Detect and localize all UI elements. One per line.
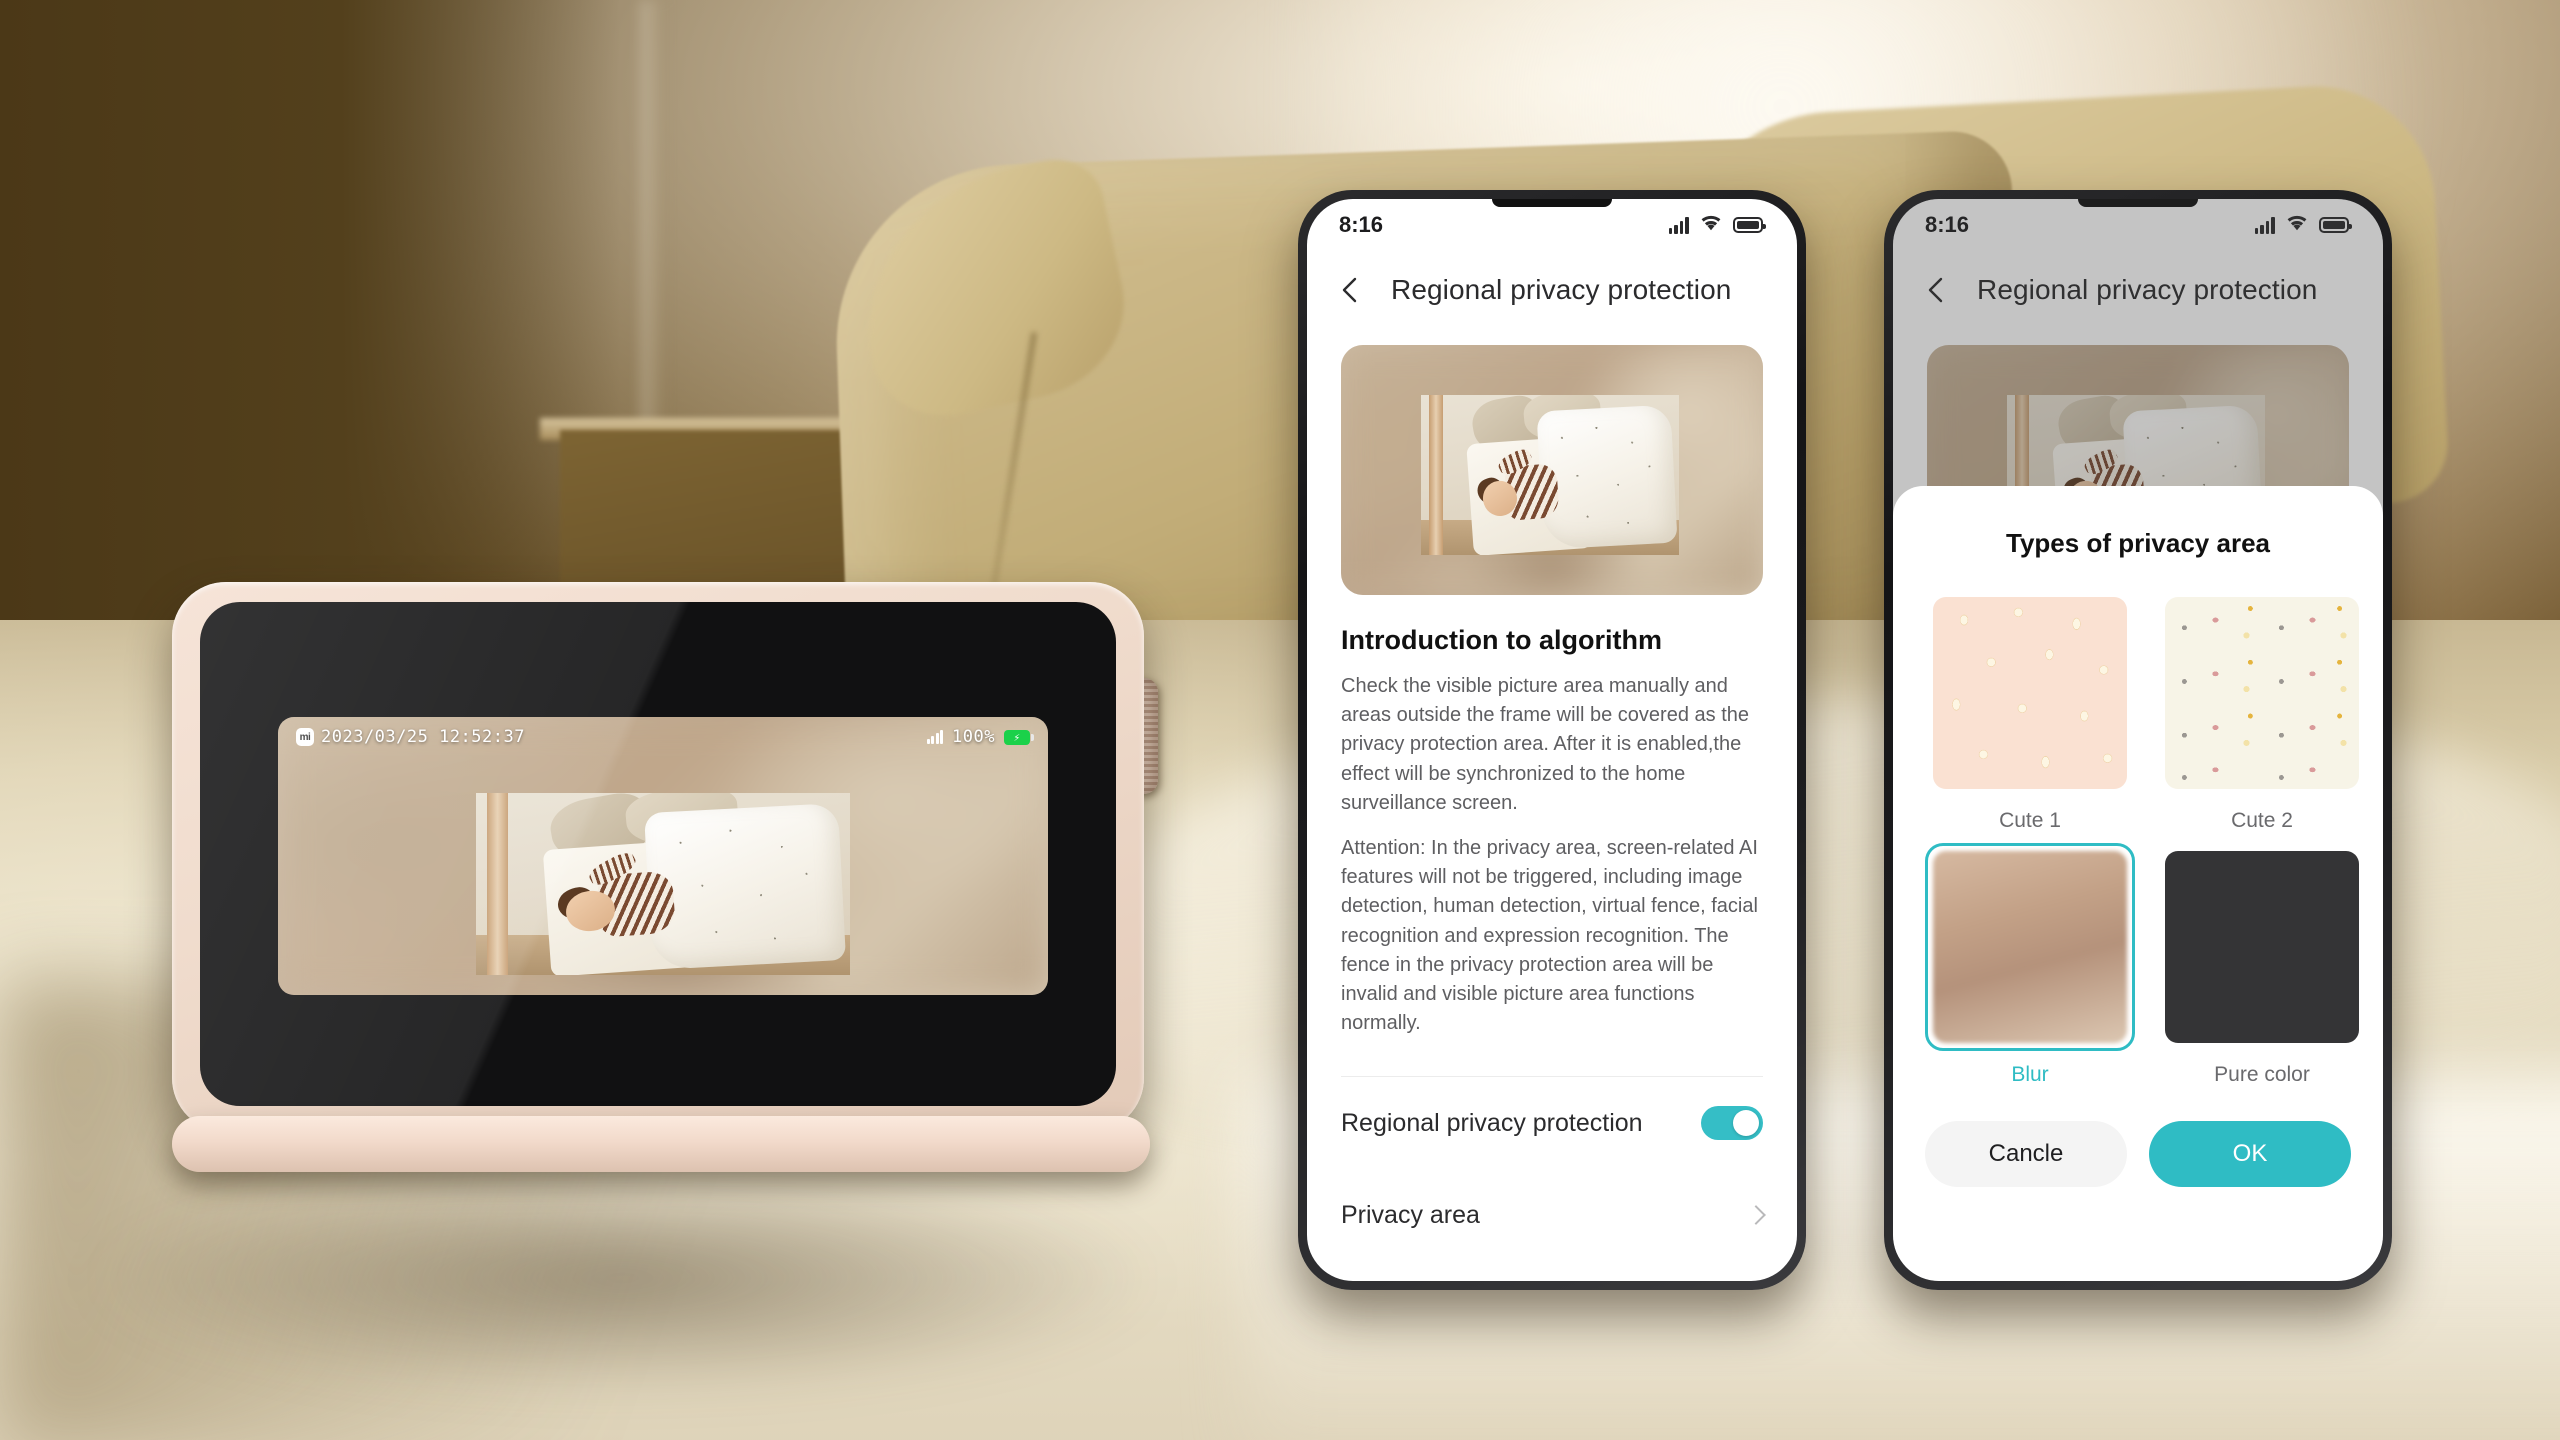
display-status-bar: mi 2023/03/25 12:52:37 100% ⚡ [278,717,1048,757]
intro-paragraph-1: Check the visible picture area manually … [1341,675,1749,814]
signal-bars-icon [1668,216,1689,234]
privacy-type-option-cute2[interactable]: Cute 2 [2157,589,2367,833]
phone-right-frame: 8:16 Regional privacy protection Types o… [1884,190,2392,1290]
row-label: Regional privacy protection [1341,1108,1643,1137]
phone-left: 8:16 Regional privacy protection Introdu… [1298,190,1806,1290]
display-battery-percent: 100% [952,727,995,747]
swatch-cute1 [1933,597,2127,789]
swatch-frame-selected[interactable] [1925,843,2135,1051]
battery-icon [1733,217,1766,233]
crib-blanket [644,802,847,970]
privacy-area-type-sheet: Types of privacy area Cute 1 Cute 2 Blur… [1893,486,2383,1281]
display-screen: mi 2023/03/25 12:52:37 100% ⚡ [200,602,1116,1106]
display-body: mi 2023/03/25 12:52:37 100% ⚡ [172,582,1144,1132]
regional-privacy-toggle[interactable] [1701,1106,1763,1141]
feed-visible-picture-area [476,793,850,975]
back-arrow-icon[interactable] [1335,273,1369,307]
row-regional-privacy-protection[interactable]: Regional privacy protection [1341,1077,1763,1169]
status-time: 8:16 [1339,212,1384,237]
toggle-knob [1733,1110,1759,1137]
swatch-label: Cute 2 [2231,809,2293,832]
phone-right: 8:16 Regional privacy protection Types o… [1884,190,2392,1290]
swatch-cute2 [2165,597,2359,789]
ok-button[interactable]: OK [2149,1121,2351,1187]
swatch-pure-color [2165,851,2359,1043]
phone-right-screen: 8:16 Regional privacy protection Types o… [1893,199,2383,1281]
chevron-right-icon [1746,1205,1766,1226]
app-bar: Regional privacy protection [1307,251,1797,329]
swatch-label: Pure color [2214,1063,2310,1086]
crib-scene [476,793,850,975]
preview-visible-picture-area [1421,395,1679,555]
swatch-label: Cute 1 [1999,809,2061,832]
wifi-icon [1699,212,1723,238]
swatch-label: Blur [2011,1063,2049,1086]
page-title: Regional privacy protection [1391,274,1732,305]
display-datetime: 2023/03/25 12:52:37 [321,727,525,747]
privacy-type-option-cute1[interactable]: Cute 1 [1925,589,2135,833]
swatch-frame[interactable] [2157,589,2367,797]
display-camera-feed: mi 2023/03/25 12:52:37 100% ⚡ [278,717,1048,995]
signal-bars-icon [926,730,944,744]
display-stand [172,1116,1150,1172]
sheet-actions: Cancle OK [1925,1121,2351,1187]
privacy-type-option-blur[interactable]: Blur [1925,843,2135,1087]
battery-charging-icon: ⚡ [1004,729,1034,745]
intro-paragraph-2: Attention: In the privacy area, screen-r… [1341,836,1758,1035]
camera-preview-card[interactable] [1341,345,1763,595]
section-heading: Introduction to algorithm [1341,625,1662,655]
swatch-frame[interactable] [1925,589,2135,797]
phone-left-frame: 8:16 Regional privacy protection Introdu… [1298,190,1806,1290]
row-privacy-area[interactable]: Privacy area [1341,1169,1766,1261]
swatch-frame[interactable] [2157,843,2367,1051]
phone-left-screen: 8:16 Regional privacy protection Introdu… [1307,199,1797,1281]
mi-brand-icon: mi [296,728,314,746]
crib-scene [1421,395,1679,555]
crib-rail [487,793,508,975]
crib-blanket [1536,404,1678,549]
sheet-title: Types of privacy area [2006,528,2270,558]
cancel-button[interactable]: Cancle [1925,1121,2127,1187]
phone-notch [1492,199,1612,207]
swatch-blur [1933,851,2127,1043]
smart-display-device: mi 2023/03/25 12:52:37 100% ⚡ [172,582,1162,1232]
privacy-type-option-pure-color[interactable]: Pure color [2157,843,2367,1087]
crib-rail [1428,395,1443,555]
row-label: Privacy area [1341,1200,1480,1229]
privacy-type-grid: Cute 1 Cute 2 Blur Pure color [1925,589,2359,1087]
